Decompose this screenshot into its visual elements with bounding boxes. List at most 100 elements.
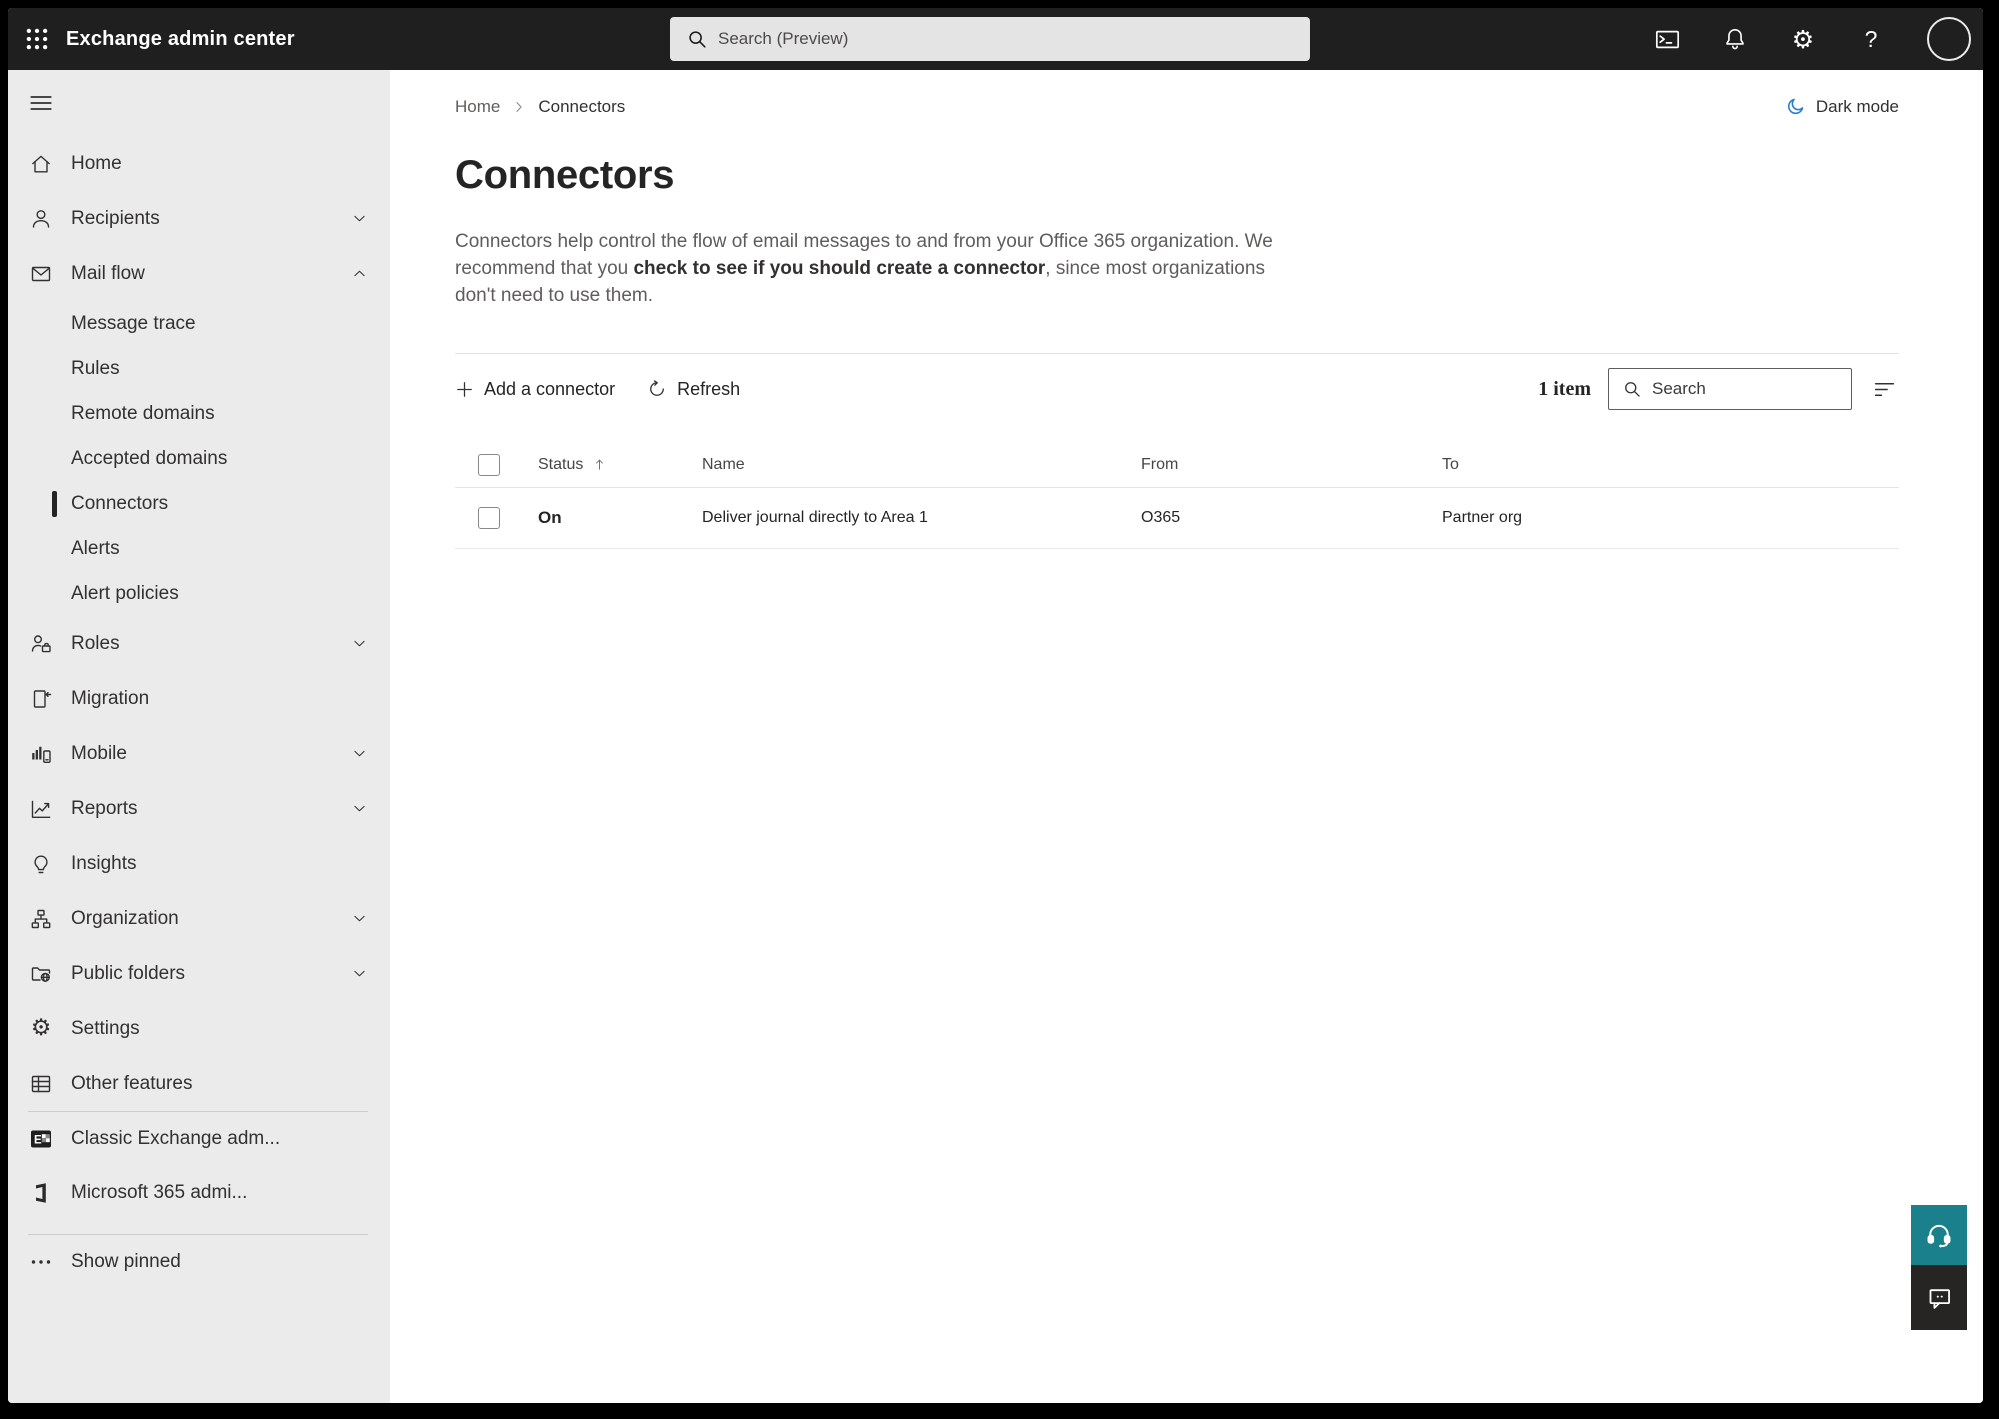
create-connector-link[interactable]: check to see if you should create a conn… bbox=[633, 258, 1045, 279]
sidebar-item-message-trace[interactable]: Message trace bbox=[8, 301, 390, 346]
column-header-from[interactable]: From bbox=[1141, 456, 1442, 474]
breadcrumb-current: Connectors bbox=[538, 96, 626, 116]
sidebar-item-mail-flow[interactable]: Mail flow bbox=[8, 246, 390, 301]
app-title: Exchange admin center bbox=[66, 27, 295, 50]
breadcrumb-home[interactable]: Home bbox=[455, 97, 500, 117]
help-button[interactable]: ? bbox=[1857, 8, 1885, 70]
breadcrumb: Home Connectors bbox=[455, 97, 625, 117]
plus-icon bbox=[457, 381, 472, 397]
sidebar-item-classic-exchange[interactable]: E Classic Exchange adm... bbox=[8, 1112, 390, 1166]
selected-indicator bbox=[52, 491, 57, 517]
app-shell: Home Recipients Mail flow Message trace … bbox=[8, 70, 1983, 1403]
collapse-nav-button[interactable] bbox=[28, 90, 54, 116]
dark-mode-label: Dark mode bbox=[1815, 96, 1899, 116]
chevron-down-icon bbox=[351, 910, 368, 927]
sidebar-item-other-features[interactable]: Other features bbox=[8, 1056, 390, 1111]
sidebar-item-public-folders[interactable]: Public folders bbox=[8, 946, 390, 1001]
cell-status: On bbox=[538, 508, 562, 527]
search-icon bbox=[689, 31, 706, 48]
cell-from: O365 bbox=[1141, 509, 1181, 526]
sidebar-item-rules[interactable]: Rules bbox=[8, 346, 390, 391]
gear-icon: ⚙ bbox=[1791, 24, 1815, 54]
help-icon: ? bbox=[1864, 25, 1878, 52]
home-icon bbox=[28, 152, 54, 176]
page-description: Connectors help control the flow of emai… bbox=[455, 231, 1273, 306]
notifications-button[interactable] bbox=[1721, 8, 1749, 70]
add-connector-button[interactable]: Add a connector bbox=[455, 379, 615, 400]
column-header-status[interactable]: Status bbox=[538, 456, 702, 474]
item-count: 1 item bbox=[1538, 377, 1591, 400]
sidebar-item-migration[interactable]: Migration bbox=[8, 671, 390, 726]
topbar-actions: ⚙ ? bbox=[1653, 8, 1983, 70]
sidebar-item-settings[interactable]: ⚙ Settings bbox=[8, 1001, 390, 1056]
lightbulb-icon bbox=[28, 852, 54, 876]
sidebar: Home Recipients Mail flow Message trace … bbox=[8, 70, 390, 1403]
chevron-right-icon bbox=[516, 101, 522, 112]
cell-to: Partner org bbox=[1442, 509, 1523, 526]
sidebar-item-remote-domains[interactable]: Remote domains bbox=[8, 391, 390, 436]
sidebar-item-alerts[interactable]: Alerts bbox=[8, 526, 390, 571]
list-search-input[interactable] bbox=[1652, 379, 1851, 399]
sidebar-item-alert-policies[interactable]: Alert policies bbox=[8, 571, 390, 616]
sidebar-item-home[interactable]: Home bbox=[8, 136, 390, 191]
help-support-button[interactable] bbox=[1911, 1205, 1967, 1265]
more-icon bbox=[28, 1250, 54, 1274]
classic-exchange-icon: E bbox=[28, 1127, 54, 1151]
connectors-table: Status Name From To On Deliver journal d… bbox=[455, 442, 1899, 549]
hamburger-icon bbox=[30, 96, 52, 110]
filter-icon bbox=[1874, 382, 1894, 396]
sidebar-item-mobile[interactable]: Mobile bbox=[8, 726, 390, 781]
table-header: Status Name From To bbox=[455, 442, 1899, 488]
show-pinned-button[interactable]: Show pinned bbox=[8, 1235, 390, 1289]
cell-name: Deliver journal directly to Area 1 bbox=[702, 509, 928, 526]
sidebar-item-organization[interactable]: Organization bbox=[8, 891, 390, 946]
filter-button[interactable] bbox=[1869, 374, 1899, 404]
terminal-icon bbox=[1655, 30, 1679, 48]
sidebar-item-reports[interactable]: Reports bbox=[8, 781, 390, 836]
chart-phone-icon bbox=[28, 742, 54, 766]
document-arrow-icon bbox=[28, 687, 54, 711]
toolbar: Add a connector Refresh 1 item bbox=[455, 354, 1899, 424]
refresh-button[interactable]: Refresh bbox=[647, 379, 740, 400]
table-row[interactable]: On Deliver journal directly to Area 1 O3… bbox=[455, 488, 1899, 549]
settings-button[interactable]: ⚙ bbox=[1789, 8, 1817, 70]
bell-icon bbox=[1726, 28, 1744, 50]
headset-icon bbox=[1927, 1224, 1951, 1248]
top-bar: Exchange admin center Search (Preview) ⚙… bbox=[8, 8, 1983, 70]
microsoft-365-icon bbox=[28, 1181, 54, 1205]
sidebar-item-insights[interactable]: Insights bbox=[8, 836, 390, 891]
support-widgets bbox=[1911, 1205, 1967, 1330]
column-header-to[interactable]: To bbox=[1442, 456, 1899, 474]
chevron-down-icon bbox=[351, 745, 368, 762]
main-content: Home Connectors Dark mode Connectors Con… bbox=[390, 70, 1983, 1403]
app-launcher-icon bbox=[26, 28, 48, 50]
global-search-input[interactable] bbox=[718, 29, 1310, 49]
app-launcher-button[interactable] bbox=[8, 8, 66, 70]
moon-icon bbox=[1787, 98, 1804, 115]
gear-icon: ⚙ bbox=[30, 1015, 52, 1041]
column-header-name[interactable]: Name bbox=[702, 456, 1141, 474]
grid-table-icon bbox=[28, 1072, 54, 1096]
sidebar-item-recipients[interactable]: Recipients bbox=[8, 191, 390, 246]
line-chart-icon bbox=[28, 797, 54, 821]
sidebar-item-connectors[interactable]: Connectors bbox=[8, 481, 390, 526]
refresh-icon bbox=[650, 380, 665, 396]
sidebar-item-microsoft-365-admin[interactable]: Microsoft 365 admi... bbox=[8, 1166, 390, 1220]
row-checkbox[interactable] bbox=[478, 507, 500, 529]
global-search[interactable] bbox=[670, 17, 1310, 61]
list-search[interactable] bbox=[1608, 368, 1852, 410]
account-button[interactable] bbox=[1925, 8, 1973, 70]
chevron-down-icon bbox=[351, 635, 368, 652]
sidebar-nav: Home Recipients Mail flow Message trace … bbox=[8, 136, 390, 1111]
powershell-button[interactable] bbox=[1653, 8, 1681, 70]
folder-globe-icon bbox=[28, 962, 54, 986]
feedback-chat-button[interactable] bbox=[1911, 1265, 1967, 1330]
chevron-up-icon bbox=[351, 265, 368, 282]
sort-ascending-icon bbox=[596, 459, 604, 470]
dark-mode-button[interactable]: Dark mode bbox=[1785, 96, 1899, 117]
mail-icon bbox=[28, 262, 54, 286]
app-window: Exchange admin center Search (Preview) ⚙… bbox=[8, 8, 1983, 1403]
select-all-checkbox[interactable] bbox=[478, 453, 500, 476]
sidebar-item-accepted-domains[interactable]: Accepted domains bbox=[8, 436, 390, 481]
sidebar-item-roles[interactable]: Roles bbox=[8, 616, 390, 671]
